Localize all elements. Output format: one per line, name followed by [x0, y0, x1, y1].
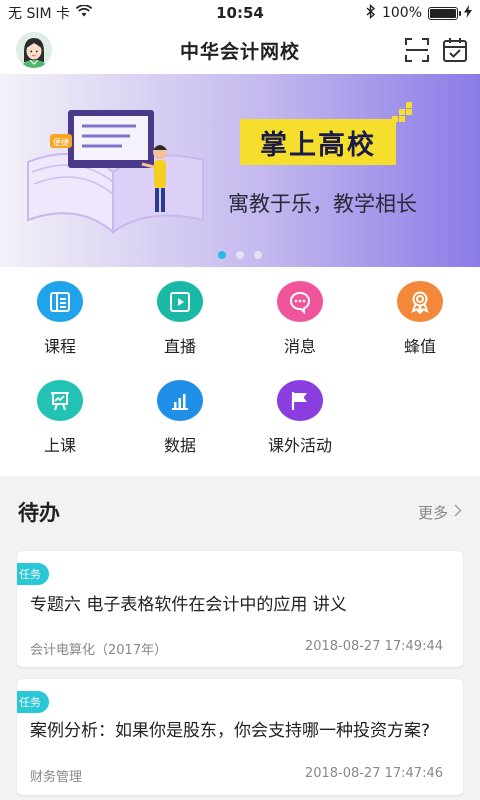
task-card[interactable]: 任务 专题六 电子表格软件在会计中的应用 讲义 会计电算化（2017年） 201… — [17, 551, 463, 667]
promo-banner[interactable]: 便捷 掌上高校 寓教于乐，教学相长 — [0, 74, 480, 267]
book-illustration-icon: 便捷 — [27, 110, 204, 235]
avatar[interactable] — [16, 32, 52, 68]
charging-icon — [464, 4, 472, 22]
badge-icon — [397, 281, 443, 322]
carousel-dot[interactable] — [218, 251, 226, 259]
bluetooth-icon — [366, 3, 376, 23]
bar-chart-icon — [157, 380, 203, 421]
more-label: 更多 — [417, 503, 448, 522]
feature-menu: 课程 直播 消息 蜂值 上课 数据 课外活动 — [0, 267, 480, 476]
status-left: 无 SIM 卡 — [8, 3, 93, 23]
calendar-check-icon[interactable] — [442, 37, 468, 63]
presentation-icon — [37, 380, 83, 421]
menu-label: 直播 — [163, 337, 196, 356]
menu-label: 蜂值 — [403, 337, 436, 356]
task-badge: 任务 — [17, 691, 49, 713]
flag-icon — [277, 380, 323, 421]
chat-bubble-icon — [277, 281, 323, 322]
wifi-icon — [75, 4, 93, 21]
play-icon — [157, 281, 203, 322]
list-icon — [37, 281, 83, 322]
chevron-right-icon — [454, 503, 462, 521]
menu-label: 课程 — [43, 337, 76, 356]
menu-item-live[interactable]: 直播 — [120, 267, 240, 357]
todo-header: 待办 更多 — [0, 492, 480, 532]
task-time: 2018-08-27 17:49:44 — [304, 639, 443, 654]
task-title: 专题六 电子表格软件在会计中的应用 讲义 — [30, 595, 347, 615]
carousel-dot[interactable] — [254, 251, 262, 259]
carrier-label: 无 SIM 卡 — [8, 6, 70, 22]
task-badge: 任务 — [17, 563, 49, 585]
carousel-indicator[interactable] — [0, 251, 480, 259]
status-bar: 无 SIM 卡 10:54 100% — [0, 0, 480, 26]
status-right: 100% — [366, 3, 472, 23]
more-link[interactable]: 更多 — [418, 502, 462, 523]
banner-slogan: 寓教于乐，教学相长 — [228, 192, 417, 216]
menu-item-course[interactable]: 课程 — [0, 267, 120, 357]
book-tag-text: 便捷 — [53, 137, 69, 147]
battery-icon — [428, 6, 461, 20]
carousel-dot[interactable] — [236, 251, 244, 259]
menu-item-score[interactable]: 蜂值 — [360, 267, 480, 357]
menu-item-data[interactable]: 数据 — [120, 366, 240, 456]
menu-label: 消息 — [283, 337, 316, 356]
pixel-decoration-icon — [392, 102, 412, 122]
menu-item-activity[interactable]: 课外活动 — [240, 366, 360, 456]
section-title: 待办 — [18, 501, 60, 525]
scan-icon[interactable] — [404, 37, 430, 63]
menu-item-class[interactable]: 上课 — [0, 366, 120, 456]
task-course: 会计电算化（2017年） — [30, 643, 168, 658]
task-time: 2018-08-27 17:47:46 — [304, 766, 443, 781]
menu-item-message[interactable]: 消息 — [240, 267, 360, 357]
menu-label: 上课 — [43, 436, 76, 455]
menu-label: 课外活动 — [267, 436, 332, 455]
task-card[interactable]: 任务 案例分析：如果你是股东，你会支持哪一种投资方案? 财务管理 2018-08… — [17, 679, 463, 795]
menu-label: 数据 — [163, 436, 196, 455]
banner-tag: 掌上高校 — [240, 119, 396, 165]
task-course: 财务管理 — [30, 770, 83, 785]
task-title: 案例分析：如果你是股东，你会支持哪一种投资方案? — [30, 721, 431, 741]
app-header: 中华会计网校 — [0, 26, 480, 74]
battery-percent: 100% — [381, 5, 422, 21]
